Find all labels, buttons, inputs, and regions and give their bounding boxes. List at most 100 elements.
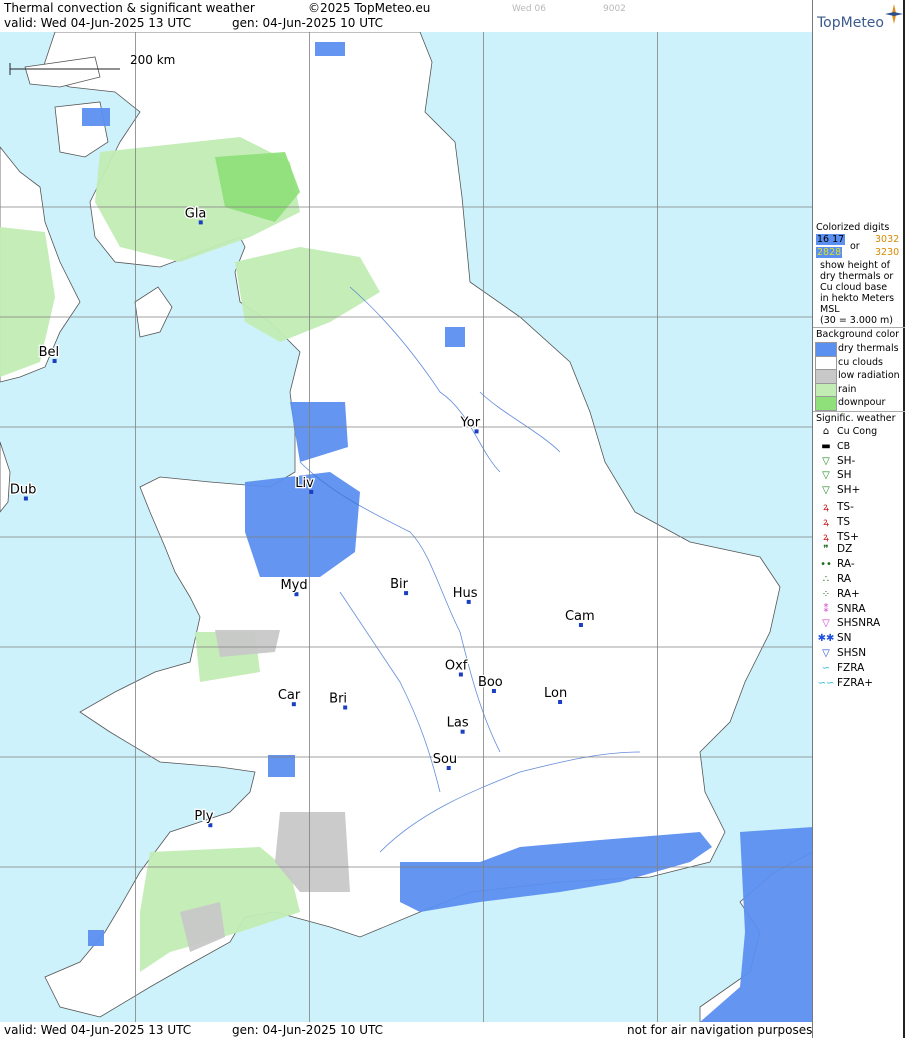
legend-sigweather-item: ✱✱ SN: [815, 632, 852, 646]
legend-background-label: cu clouds: [838, 356, 883, 368]
legend-sigweather-label: SH+: [837, 484, 861, 497]
legend-digits-desc-line: MSL: [820, 304, 840, 315]
legend-digits-desc-line: (30 = 3.000 m): [820, 315, 893, 326]
legend-sigweather-label: DZ: [837, 543, 853, 556]
weather-symbol-icon: ▽: [822, 485, 830, 497]
weather-symbol-icon: ⁑: [823, 603, 829, 615]
legend-sigweather-label: Cu Cong: [837, 426, 878, 437]
map-canvas: Gla Bel Yor Liv Myd Bir Hus Cam Oxf Boo Lon Car Bri L…: [0, 32, 813, 1022]
legend-sigweather-item: ▽ SH-: [815, 455, 855, 469]
weather-symbol-icon: ꝝ: [823, 502, 829, 513]
legend-sigweather-item: ∽∽ FZRA+: [815, 677, 873, 691]
footer-generated: gen: 04-Jun-2025 10 UTC: [232, 1023, 384, 1037]
shading-dry-thermals-15: [445, 327, 465, 347]
weather-symbol-icon: ▽: [822, 648, 830, 659]
place-label: Dub: [10, 483, 37, 498]
shading-dry-thermals-14: [82, 108, 110, 126]
legend-sigweather-item: ꝝ TS-: [815, 499, 854, 513]
compass-icon: [885, 4, 903, 24]
legend-sigweather-item: •• RA-: [815, 558, 855, 572]
legend-sigweather-label: TS+: [837, 530, 859, 543]
weather-symbol-icon: ▬: [821, 440, 831, 452]
legend-sigweather-label: FZRA: [837, 661, 865, 674]
map-header: Thermal convection & significant weather…: [0, 0, 813, 32]
legend-background-label: dry thermals: [838, 343, 899, 354]
legend-sigweather-item: ▬ CB: [815, 440, 850, 454]
legend-sigweather-label: FZRA+: [837, 676, 874, 689]
shading-dry-thermals-17: [88, 930, 104, 946]
weather-symbol-icon: ▽: [822, 470, 830, 482]
weather-symbol-icon: ꝝ: [823, 531, 829, 543]
legend-sigweather-label: RA+: [837, 587, 860, 600]
place-label: Boo: [478, 675, 503, 690]
legend-digit-example-mixed: 2828: [816, 247, 843, 258]
legend-panel: Colorized digits 16 17 3032 or 2828 3230…: [813, 220, 905, 700]
place-label: Bel: [39, 345, 60, 360]
legend-sigweather-item: ⁑ SNRA: [815, 603, 866, 617]
weather-symbol-icon: ⁘: [821, 588, 831, 600]
legend-digits-desc-line: Cu cloud base: [820, 282, 888, 293]
footer-valid: valid: Wed 04-Jun-2025 13 UTC: [4, 1023, 192, 1037]
generated-time: gen: 04-Jun-2025 10 UTC: [232, 16, 384, 30]
legend-sigweather-label: TS-: [837, 501, 854, 513]
scale-label: 200 km: [130, 53, 175, 67]
place-label: Bri: [329, 692, 347, 707]
legend-sigweather-title: Signific. weather: [816, 413, 896, 424]
legend-digits-title: Colorized digits: [816, 222, 890, 233]
legend-sigweather-item: ▽ SH: [815, 469, 852, 483]
legend-sigweather-item: ▽ SH+: [815, 484, 860, 498]
legend-digits-desc-line: show height of: [820, 260, 891, 271]
legend-digits-desc-line: in hekto Meters: [820, 293, 895, 304]
weather-symbol-icon: ••: [820, 559, 832, 571]
legend-background-label: downpour: [838, 397, 886, 408]
place-label: Myd: [280, 578, 307, 593]
legend-digits-desc-line: dry thermals or: [820, 271, 894, 282]
legend-sigweather-label: SH-: [837, 454, 856, 467]
chart-title: Thermal convection & significant weather: [4, 1, 255, 15]
place-label: Lon: [544, 686, 567, 701]
legend-sigweather-label: SN: [837, 632, 852, 645]
legend-digit-or: or: [850, 241, 860, 252]
legend-sigweather-label: SHSNRA: [837, 617, 881, 630]
weather-map: Gla Bel Yor Liv Myd Bir Hus Cam Oxf Boo Lon Car Bri L…: [0, 32, 813, 1022]
place-label: Gla: [185, 206, 207, 221]
place-label: Las: [447, 716, 469, 731]
place-label: Sou: [433, 752, 457, 767]
topmeteo-logo: TopMeteo: [813, 0, 905, 32]
valid-time: valid: Wed 04-Jun-2025 13 UTC: [4, 16, 192, 30]
legend-sigweather-label: CB: [837, 440, 851, 452]
legend-sigweather-label: SNRA: [837, 602, 866, 615]
legend-sigweather-item: ▽ SHSNRA: [815, 617, 880, 631]
weather-symbol-icon: ❞: [823, 544, 829, 556]
place-label: Bir: [390, 577, 409, 592]
footer-disclaimer: not for air navigation purposes: [627, 1023, 813, 1037]
legend-digit-example-dry: 16 17: [816, 234, 846, 245]
weather-symbol-icon: ∴: [822, 574, 830, 585]
weather-symbol-icon: ∽∽: [817, 677, 835, 689]
legend-sigweather-item: ⁘ RA+: [815, 588, 860, 602]
place-label: Oxf: [445, 659, 468, 674]
legend-sigweather-label: SHSN: [837, 647, 867, 659]
legend-sigweather-label: TS: [837, 515, 851, 528]
legend-sigweather-label: RA-: [837, 558, 855, 571]
legend-sigweather-item: ❞ DZ: [815, 543, 852, 557]
weather-symbol-icon: ⌂: [822, 426, 830, 437]
place-label: Yor: [460, 415, 481, 430]
weather-symbol-icon: ꝝ: [823, 516, 829, 528]
legend-sigweather-item: ∽ FZRA: [815, 661, 865, 676]
legend-sigweather-item: ꝝ TS: [815, 514, 850, 528]
legend-digit-example-orange: 3032: [875, 234, 900, 245]
place-label: Hus: [453, 586, 478, 601]
legend-sigweather-item: ꝝ TS+: [815, 529, 859, 543]
legend-background-title: Background color: [816, 329, 900, 340]
legend-sigweather-label: SH: [837, 469, 852, 482]
weather-symbol-icon: ▽: [822, 455, 830, 467]
map-footer: valid: Wed 04-Jun-2025 13 UTC gen: 04-Ju…: [0, 1022, 813, 1038]
legend-sigweather-label: RA: [837, 573, 852, 585]
legend-digit-example-orange-2: 3230: [875, 247, 900, 258]
place-label: Liv: [295, 476, 314, 491]
weather-symbol-icon: ∽: [821, 662, 831, 674]
weather-symbol-icon: ▽: [822, 618, 830, 630]
faint-code: 9002: [603, 4, 626, 14]
legend-background-label: rain: [838, 383, 857, 395]
